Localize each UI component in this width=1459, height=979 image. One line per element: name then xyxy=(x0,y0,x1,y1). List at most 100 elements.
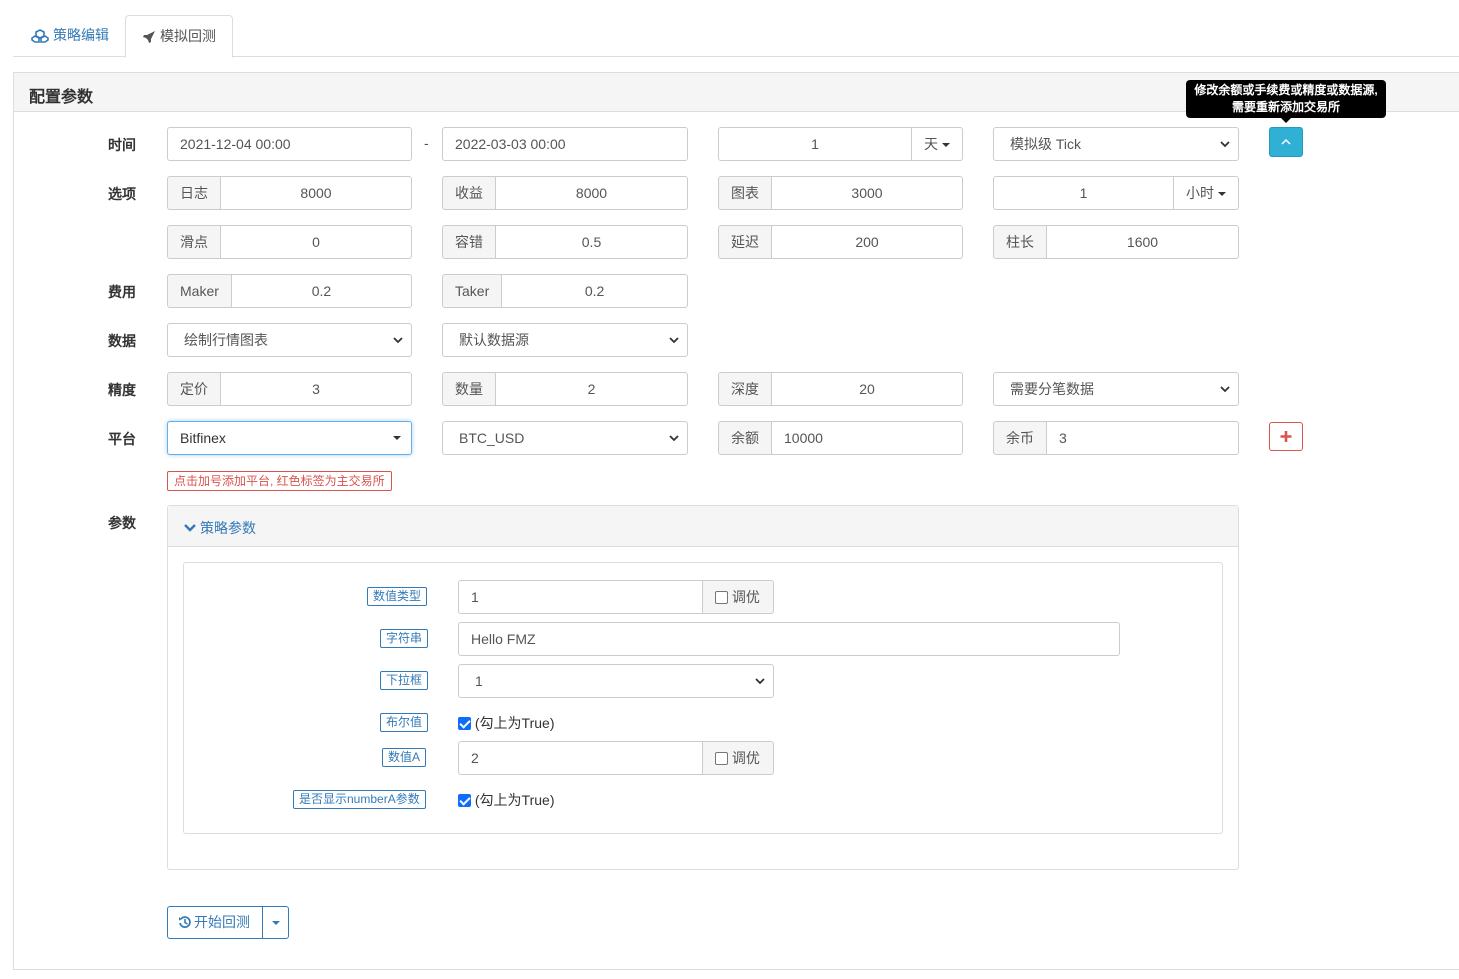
slip-group: 滑点 0 xyxy=(167,225,412,259)
period-group: 1 天 xyxy=(718,127,963,161)
chart-group: 图表 3000 xyxy=(718,176,963,210)
checkbox-icon xyxy=(715,591,728,604)
caret-down-icon xyxy=(393,436,401,440)
qty-precision-label: 数量 xyxy=(442,372,496,406)
chart-mode-select[interactable]: 绘制行情图表 xyxy=(167,323,412,357)
tooltip-arrow xyxy=(1281,118,1291,123)
taker-label: Taker xyxy=(442,274,503,308)
param-label-string: 字符串 xyxy=(380,629,429,648)
tune-checkbox-2[interactable]: 调优 xyxy=(703,741,774,775)
data-source-select[interactable]: 默认数据源 xyxy=(442,323,688,357)
qty-precision-input[interactable]: 2 xyxy=(496,372,688,406)
cubes-icon xyxy=(31,29,49,43)
tab-backtest[interactable]: 模拟回测 xyxy=(125,15,233,58)
trade-data-select[interactable]: 需要分笔数据 xyxy=(993,372,1239,406)
coin-group: 余币 3 xyxy=(993,421,1239,455)
bar-length-group: 柱长 1600 xyxy=(993,225,1239,259)
period-unit-dropdown[interactable]: 天 xyxy=(912,127,963,161)
date-dash: - xyxy=(424,135,429,151)
history-icon xyxy=(179,916,191,928)
taker-input[interactable]: 0.2 xyxy=(502,274,688,308)
tick-mode-value: 模拟级 Tick xyxy=(1010,136,1082,152)
coin-input[interactable]: 3 xyxy=(1047,421,1239,455)
start-backtest-button[interactable]: 开始回测 xyxy=(168,907,263,938)
period-input[interactable]: 1 xyxy=(718,127,912,161)
tab-label: 模拟回测 xyxy=(160,28,216,44)
balance-input[interactable]: 10000 xyxy=(772,421,963,455)
bool-checkbox-text: (勾上为True) xyxy=(474,715,555,731)
bar-length-label: 柱长 xyxy=(993,225,1047,259)
start-time-value: 2021-12-04 00:00 xyxy=(180,136,291,152)
collapse-button[interactable] xyxy=(1269,127,1303,157)
param-label-number-a: 数值A xyxy=(382,748,427,767)
row-label-options: 选项 xyxy=(108,186,136,202)
number-a-input[interactable]: 2 xyxy=(458,741,703,775)
row-label-data: 数据 xyxy=(108,333,136,349)
tick-mode-select[interactable]: 模拟级 Tick xyxy=(993,127,1239,161)
chart-input[interactable]: 3000 xyxy=(772,176,963,210)
number-type-group: 1 调优 xyxy=(458,580,774,614)
chart-label: 图表 xyxy=(718,176,772,210)
kline-input[interactable]: 1 xyxy=(993,176,1174,210)
start-backtest-label: 开始回测 xyxy=(194,914,250,930)
chart-mode-value: 绘制行情图表 xyxy=(184,332,268,348)
taker-group: Taker 0.2 xyxy=(442,274,688,308)
exchange-value: Bitfinex xyxy=(180,430,226,446)
tooltip: 修改余额或手续费或精度或数据源, 需要重新添加交易所 xyxy=(1186,80,1386,118)
exchange-select[interactable]: Bitfinex xyxy=(167,421,412,455)
tune-label: 调优 xyxy=(731,750,760,766)
depth-input[interactable]: 20 xyxy=(772,372,963,406)
chevron-down-icon xyxy=(669,435,679,442)
delay-input[interactable]: 200 xyxy=(772,225,963,259)
maker-input[interactable]: 0.2 xyxy=(231,274,412,308)
tab-strategy-edit[interactable]: 策略编辑 xyxy=(15,15,125,57)
checkbox-checked-icon xyxy=(458,717,471,730)
checkbox-icon xyxy=(715,752,728,765)
balance-group: 余额 10000 xyxy=(718,421,963,455)
price-precision-input[interactable]: 3 xyxy=(221,372,412,406)
pair-select[interactable]: BTC_USD xyxy=(442,421,688,455)
start-backtest-dropdown[interactable] xyxy=(263,907,288,938)
param-label-show-number-a: 是否显示numberA参数 xyxy=(293,790,426,809)
rocket-icon xyxy=(143,31,155,43)
depth-group: 深度 20 xyxy=(718,372,963,406)
tune-checkbox-1[interactable]: 调优 xyxy=(703,580,774,614)
trade-data-value: 需要分笔数据 xyxy=(1010,381,1094,397)
slip-label: 滑点 xyxy=(167,225,221,259)
log-label: 日志 xyxy=(167,176,221,210)
string-input[interactable]: Hello FMZ xyxy=(458,622,1120,656)
profit-input[interactable]: 8000 xyxy=(496,176,688,210)
tolerance-input[interactable]: 0.5 xyxy=(496,225,688,259)
profit-group: 收益 8000 xyxy=(442,176,688,210)
log-input[interactable]: 8000 xyxy=(221,176,412,210)
log-group: 日志 8000 xyxy=(167,176,412,210)
dropdown-value: 1 xyxy=(475,673,483,689)
kline-unit-label: 小时 xyxy=(1186,185,1214,201)
row-label-params: 参数 xyxy=(108,515,136,531)
depth-label: 深度 xyxy=(718,372,772,406)
data-source-value: 默认数据源 xyxy=(459,332,529,348)
end-time-input[interactable]: 2022-03-03 00:00 xyxy=(442,127,688,161)
panel-title: 配置参数 xyxy=(29,89,94,106)
bool-checkbox[interactable]: (勾上为True) xyxy=(458,714,554,732)
chevron-down-icon xyxy=(755,678,765,685)
chevron-up-icon xyxy=(1281,138,1291,145)
bar-length-input[interactable]: 1600 xyxy=(1047,225,1239,259)
number-type-input[interactable]: 1 xyxy=(458,580,703,614)
show-number-a-text: (勾上为True) xyxy=(474,792,555,808)
dropdown-select[interactable]: 1 xyxy=(458,664,774,698)
start-time-input[interactable]: 2021-12-04 00:00 xyxy=(167,127,412,161)
strategy-params-header[interactable]: 策略参数 xyxy=(168,506,1238,547)
chevron-down-icon xyxy=(669,337,679,344)
number-a-group: 2 调优 xyxy=(458,741,774,775)
show-number-a-checkbox[interactable]: (勾上为True) xyxy=(458,791,554,809)
chevron-down-icon xyxy=(184,524,196,532)
profit-label: 收益 xyxy=(442,176,496,210)
pair-value: BTC_USD xyxy=(459,430,525,446)
checkbox-checked-icon xyxy=(458,794,471,807)
slip-input[interactable]: 0 xyxy=(221,225,412,259)
add-exchange-button[interactable] xyxy=(1269,422,1303,451)
param-label-dropdown: 下拉框 xyxy=(380,671,429,690)
row-label-platform: 平台 xyxy=(108,431,136,447)
kline-unit-dropdown[interactable]: 小时 xyxy=(1174,176,1239,210)
